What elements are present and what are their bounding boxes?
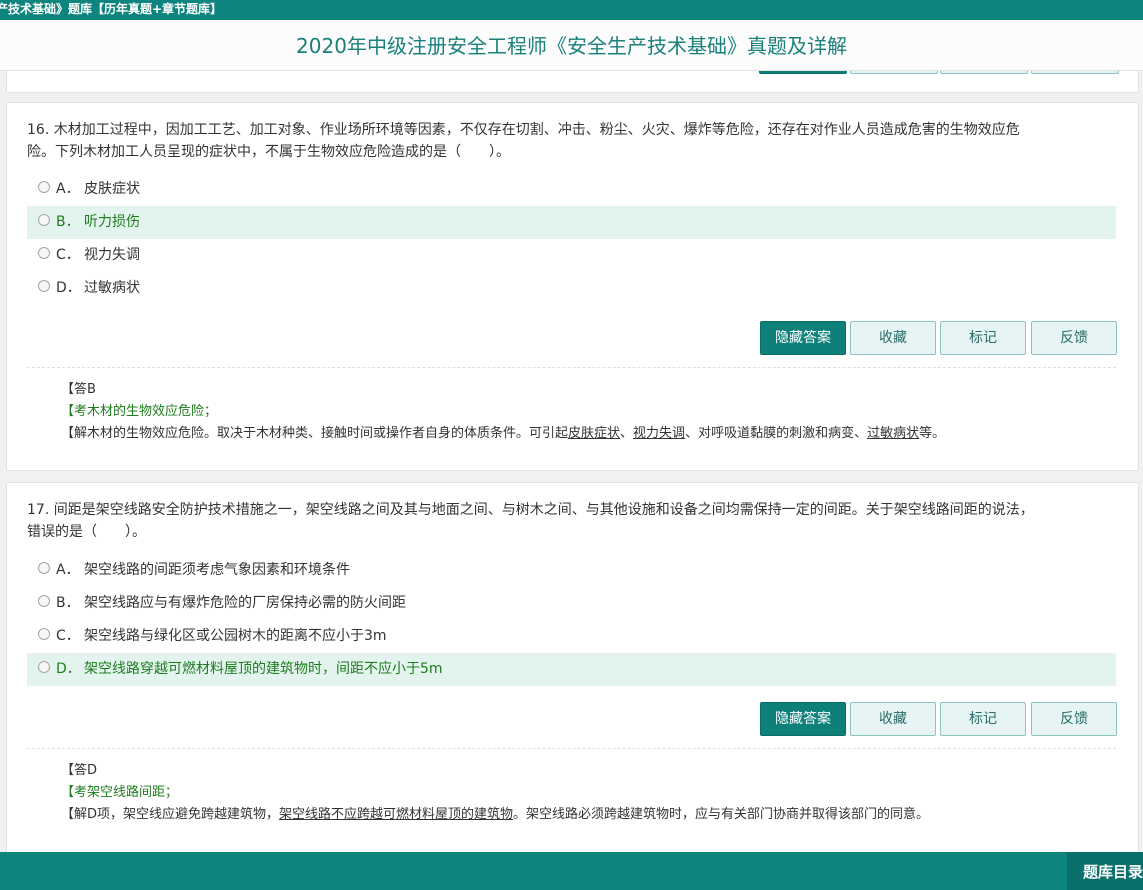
option-text: 架空线路穿越可燃材料屋顶的建筑物时，间距不应小于5m (84, 661, 443, 677)
question-stem: 16. 木材加工过程中，因加工工艺、加工对象、作业场所环境等因素，不仅存在切割、… (27, 119, 1107, 163)
question-bank-directory-tab[interactable]: 题库目录 (1067, 852, 1143, 890)
option-key: D． (56, 661, 81, 677)
radio-icon[interactable] (38, 661, 50, 673)
explanation-text: 、 (620, 426, 634, 441)
page-title: 2020年中级注册安全工程师《安全生产技术基础》真题及详解 (0, 20, 1143, 71)
explanation-underlined: 视力失调 (633, 426, 686, 441)
explanation-text: 、对呼吸道黏膜的刺激和病变、 (685, 426, 868, 441)
option-a[interactable]: A． 皮肤症状 (27, 173, 1116, 206)
radio-icon[interactable] (38, 181, 50, 193)
bottom-bar: 题库目录 (0, 852, 1143, 890)
question-stem-line: 17. 间距是架空线路安全防护技术措施之一，架空线路之间及其与地面之间、与树木之… (27, 502, 1034, 518)
option-text: 视力失调 (84, 247, 140, 263)
option-d-correct[interactable]: D． 架空线路穿越可燃材料屋顶的建筑物时，间距不应小于5m (27, 653, 1116, 686)
option-key: D． (56, 280, 81, 296)
option-text: 听力损伤 (84, 214, 140, 230)
option-key: C． (56, 247, 80, 263)
option-c[interactable]: C． 架空线路与绿化区或公园树木的距离不应小于3m (27, 620, 1116, 653)
option-c[interactable]: C． 视力失调 (27, 239, 1116, 272)
question-card-16: 16. 木材加工过程中，因加工工艺、加工对象、作业场所环境等因素，不仅存在切割、… (6, 102, 1139, 471)
mark-button[interactable]: 标记 (940, 702, 1026, 736)
app-header-bar: 产技术基础》题库【历年真题+章节题库】 (0, 0, 1143, 20)
option-key: C． (56, 628, 80, 644)
explanation-text: 。架空线路必须跨越建筑物时，应与有关部门协商并取得该部门的同意。 (513, 807, 930, 822)
answer-divider (27, 748, 1116, 749)
explanation-text: 【解木材的生物效应危险。取决于木材种类、接触时间或操作者自身的体质条件。可引起 (61, 426, 569, 441)
feedback-button[interactable]: 反馈 (1031, 702, 1117, 736)
explanation-text: 【解D项，架空线应避免跨越建筑物， (61, 807, 280, 822)
explanation: 【解木材的生物效应危险。取决于木材种类、接触时间或操作者自身的体质条件。可引起皮… (61, 423, 1121, 445)
option-b-correct[interactable]: B． 听力损伤 (27, 206, 1116, 239)
option-text: 架空线路的间距须考虑气象因素和环境条件 (84, 562, 350, 578)
option-key: B． (56, 595, 80, 611)
answer-line: 【答B (61, 382, 96, 397)
knowledge-point: 【考架空线路间距； (61, 785, 179, 800)
radio-icon[interactable] (38, 628, 50, 640)
radio-icon[interactable] (38, 562, 50, 574)
explanation-underlined: 皮肤症状 (568, 426, 621, 441)
knowledge-point: 【考木材的生物效应危险； (61, 404, 218, 419)
question-stem-line: 险。下列木材加工人员呈现的症状中，不属于生物效应危险造成的是（ ）。 (27, 144, 510, 160)
option-key: B． (56, 214, 80, 230)
radio-icon[interactable] (38, 247, 50, 259)
mark-button[interactable]: 标记 (940, 321, 1026, 355)
option-text: 架空线路应与有爆炸危险的厂房保持必需的防火间距 (84, 595, 406, 611)
option-text: 皮肤症状 (84, 181, 140, 197)
app-header-title: 产技术基础》题库【历年真题+章节题库】 (0, 2, 223, 16)
explanation: 【解D项，架空线应避免跨越建筑物，架空线路不应跨越可燃材料屋顶的建筑物。架空线路… (61, 804, 1121, 826)
option-text: 过敏病状 (84, 280, 140, 296)
page-title-text: 2020年中级注册安全工程师《安全生产技术基础》真题及详解 (296, 34, 847, 58)
explanation-text: 等。 (919, 426, 946, 441)
hide-answer-button[interactable]: 隐藏答案 (760, 321, 846, 355)
feedback-button[interactable]: 反馈 (1031, 321, 1117, 355)
option-d[interactable]: D． 过敏病状 (27, 272, 1116, 305)
explanation-underlined: 架空线路不应跨越可燃材料屋顶的建筑物 (279, 807, 514, 822)
option-a[interactable]: A． 架空线路的间距须考虑气象因素和环境条件 (27, 554, 1116, 587)
question-stem-line: 错误的是（ ）。 (27, 524, 146, 540)
radio-icon[interactable] (38, 214, 50, 226)
question-stem: 17. 间距是架空线路安全防护技术措施之一，架空线路之间及其与地面之间、与树木之… (27, 499, 1107, 543)
radio-icon[interactable] (38, 595, 50, 607)
favorite-button[interactable]: 收藏 (850, 702, 936, 736)
answer-divider (27, 367, 1116, 368)
option-b[interactable]: B． 架空线路应与有爆炸危险的厂房保持必需的防火间距 (27, 587, 1116, 620)
explanation-underlined: 过敏病状 (867, 426, 920, 441)
favorite-button[interactable]: 收藏 (850, 321, 936, 355)
question-card-17: 17. 间距是架空线路安全防护技术措施之一，架空线路之间及其与地面之间、与树木之… (6, 482, 1139, 864)
option-key: A． (56, 181, 80, 197)
option-text: 架空线路与绿化区或公园树木的距离不应小于3m (84, 628, 387, 644)
answer-line: 【答D (61, 763, 98, 778)
hide-answer-button[interactable]: 隐藏答案 (760, 702, 846, 736)
option-key: A． (56, 562, 80, 578)
radio-icon[interactable] (38, 280, 50, 292)
question-stem-line: 16. 木材加工过程中，因加工工艺、加工对象、作业场所环境等因素，不仅存在切割、… (27, 122, 1020, 138)
